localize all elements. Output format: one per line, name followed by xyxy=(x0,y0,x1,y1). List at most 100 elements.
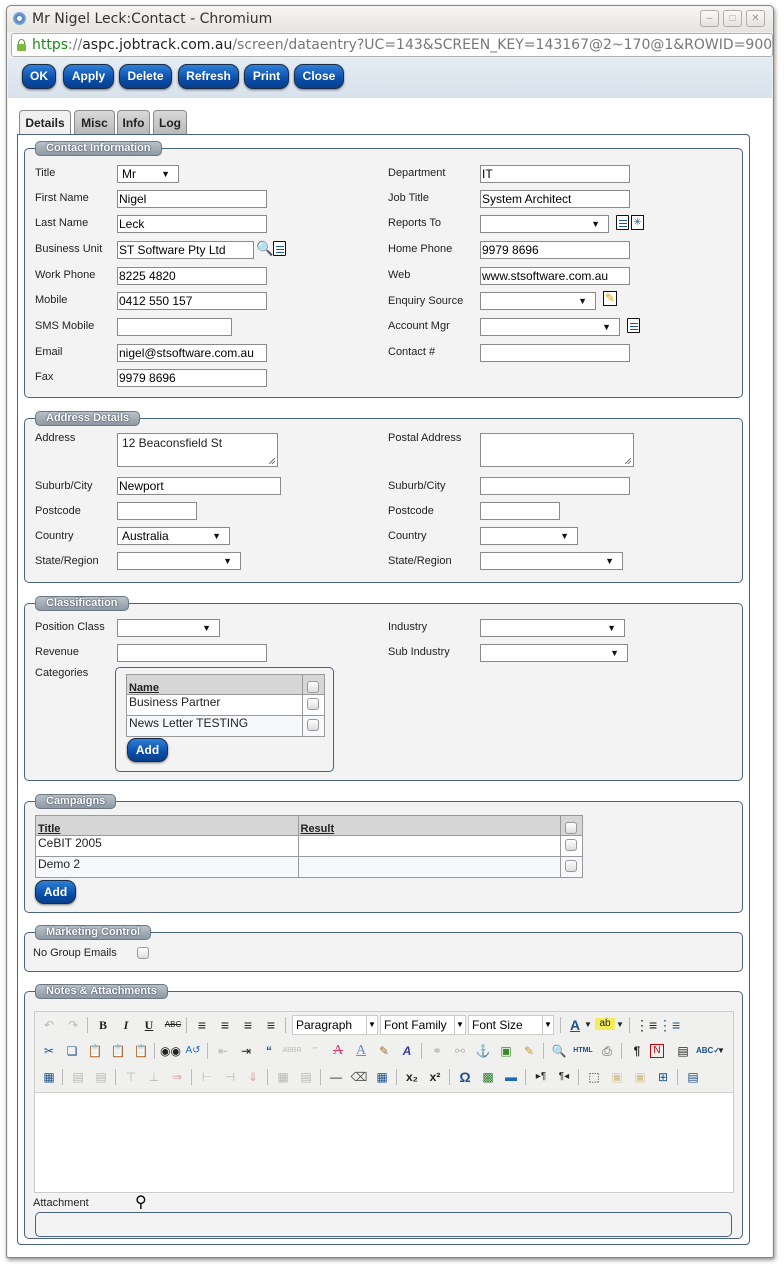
format-select[interactable]: Paragraph ▼ xyxy=(292,1015,378,1035)
insert-table-icon[interactable]: ▦ xyxy=(372,1068,392,1086)
insert-row-before-icon[interactable]: ⊤ xyxy=(121,1068,141,1086)
edit-icon[interactable]: ✎ xyxy=(603,291,617,306)
paste-word-icon[interactable]: 📋 xyxy=(131,1042,151,1060)
add-category-button[interactable]: Add xyxy=(127,738,168,762)
contact-number-input[interactable] xyxy=(480,344,630,362)
align-center-icon[interactable]: ≡ xyxy=(215,1016,235,1034)
address-bar[interactable]: https://aspc.jobtrack.com.au/screen/data… xyxy=(11,33,773,57)
revenue-input[interactable] xyxy=(117,644,267,662)
eraser-icon[interactable]: ⌫ xyxy=(349,1068,369,1086)
underline-icon[interactable]: U xyxy=(139,1016,159,1034)
postcode-input[interactable] xyxy=(117,502,197,520)
rtl-icon[interactable]: ¶◂ xyxy=(554,1068,574,1086)
row-checkbox[interactable] xyxy=(565,839,577,851)
font-size-select[interactable]: Font Size ▼ xyxy=(468,1015,554,1035)
split-cells-icon[interactable]: ▦ xyxy=(273,1068,293,1086)
refresh-button[interactable]: Refresh xyxy=(178,64,239,89)
enquiry-source-select[interactable]: ▼ xyxy=(480,292,596,310)
font-family-select[interactable]: Font Family ▼ xyxy=(380,1015,466,1035)
select-all-checkbox[interactable] xyxy=(307,681,320,693)
cell-properties-icon[interactable]: ▤ xyxy=(91,1068,111,1086)
job-title-input[interactable]: System Architect xyxy=(480,190,630,208)
maximize-button[interactable]: □ xyxy=(723,10,742,27)
document-icon[interactable] xyxy=(273,241,286,256)
copy-icon[interactable]: ❏ xyxy=(62,1042,82,1060)
insert-layer-icon[interactable]: ⬚ xyxy=(584,1068,604,1086)
ok-button[interactable]: OK xyxy=(22,64,56,89)
numbered-list-icon[interactable]: ⋮≡ xyxy=(658,1016,680,1034)
strikethrough-icon[interactable]: ABC xyxy=(163,1016,183,1034)
business-unit-input[interactable]: ST Software Pty Ltd xyxy=(117,241,254,259)
insert-column-before-icon[interactable]: ⊢ xyxy=(197,1068,217,1086)
page-break-icon[interactable]: ▤ xyxy=(673,1042,693,1060)
absolute-position-icon[interactable]: ⊞ xyxy=(653,1068,673,1086)
postal-state-select[interactable]: ▼ xyxy=(480,552,623,570)
special-character-icon[interactable]: Ω xyxy=(455,1068,475,1086)
search-icon[interactable]: 🔍 xyxy=(256,241,273,257)
tab-misc[interactable]: Misc xyxy=(74,110,115,134)
bold-icon[interactable]: B xyxy=(93,1016,113,1034)
postal-address-textarea[interactable] xyxy=(480,433,634,467)
delete-button[interactable]: Delete xyxy=(119,64,172,89)
move-forward-icon[interactable]: ▣ xyxy=(607,1068,627,1086)
image-icon[interactable]: ▣ xyxy=(496,1042,516,1060)
address-textarea[interactable]: 12 Beaconsfield St xyxy=(117,433,278,467)
postal-postcode-input[interactable] xyxy=(480,502,560,520)
print-icon[interactable]: ⎙ xyxy=(597,1042,617,1060)
undo-icon[interactable]: ↶ xyxy=(39,1016,59,1034)
tab-log[interactable]: Log xyxy=(153,110,187,134)
media-icon[interactable]: ▩ xyxy=(478,1068,498,1086)
tab-info[interactable]: Info xyxy=(117,110,150,134)
ltr-icon[interactable]: ▸¶ xyxy=(531,1068,551,1086)
fax-input[interactable]: 9979 8696 xyxy=(117,369,267,387)
campaign-title[interactable]: CeBIT 2005 xyxy=(35,835,299,857)
home-phone-input[interactable]: 9979 8696 xyxy=(480,241,630,259)
close-window-button[interactable]: ✕ xyxy=(746,10,765,27)
sms-mobile-input[interactable] xyxy=(117,318,232,336)
column-header-name[interactable]: Name xyxy=(125,674,304,695)
row-checkbox[interactable] xyxy=(307,698,320,710)
align-right-icon[interactable]: ≡ xyxy=(238,1016,258,1034)
notes-editor-area[interactable] xyxy=(35,1092,733,1192)
bullet-list-icon[interactable]: ⋮≡ xyxy=(635,1016,657,1034)
document-icon[interactable] xyxy=(616,215,629,230)
superscript-icon[interactable]: x² xyxy=(425,1068,445,1086)
anchor-icon[interactable]: ⚓ xyxy=(473,1042,493,1060)
text-color-icon[interactable]: A xyxy=(565,1016,585,1034)
resize-grip-icon[interactable] xyxy=(269,458,275,464)
nonbreaking-icon[interactable]: N xyxy=(650,1044,664,1058)
row-properties-icon[interactable]: ▤ xyxy=(68,1068,88,1086)
cleanup-icon[interactable]: ✎ xyxy=(519,1042,539,1060)
web-input[interactable]: www.stsoftware.com.au xyxy=(480,267,630,285)
resize-grip-icon[interactable] xyxy=(625,458,631,464)
row-checkbox[interactable] xyxy=(307,719,320,731)
cut-icon[interactable]: ✂ xyxy=(39,1042,59,1060)
account-mgr-select[interactable]: ▼ xyxy=(480,318,620,336)
spellcheck-dropdown-icon[interactable]: ▼ xyxy=(716,1042,726,1060)
unlink-icon[interactable]: ⚯ xyxy=(450,1042,470,1060)
paste-text-icon[interactable]: 📋 xyxy=(108,1042,128,1060)
close-button[interactable]: Close xyxy=(294,64,344,89)
spellcheck-icon[interactable]: ABC✓ xyxy=(696,1042,720,1060)
apply-button[interactable]: Apply xyxy=(63,64,114,89)
edit-table-icon[interactable]: ▦ xyxy=(39,1068,59,1086)
insert-row-after-icon[interactable]: ⊥ xyxy=(144,1068,164,1086)
suburb-input[interactable]: Newport xyxy=(117,477,281,495)
campaign-title[interactable]: Demo 2 xyxy=(35,856,299,878)
reports-to-select[interactable]: ▼ xyxy=(480,215,609,233)
indent-icon[interactable]: ⇥ xyxy=(236,1042,256,1060)
column-header-title[interactable]: Title xyxy=(35,815,299,836)
italic-icon[interactable]: I xyxy=(116,1016,136,1034)
industry-select[interactable]: ▼ xyxy=(480,619,625,637)
no-group-emails-checkbox[interactable] xyxy=(137,947,149,959)
work-phone-input[interactable]: 8225 4820 xyxy=(117,267,267,285)
align-left-icon[interactable]: ≡ xyxy=(192,1016,212,1034)
url-text[interactable]: https://aspc.jobtrack.com.au/screen/data… xyxy=(32,37,772,53)
minimize-button[interactable]: – xyxy=(700,10,719,27)
link-icon[interactable]: ⚭ xyxy=(427,1042,447,1060)
html-source-button[interactable]: HTML xyxy=(572,1042,594,1060)
abbreviation-icon[interactable]: ABBR xyxy=(282,1042,302,1060)
first-name-input[interactable]: Nigel xyxy=(117,190,267,208)
title-select[interactable]: Mr ▼ xyxy=(117,165,179,183)
document-icon[interactable] xyxy=(627,318,640,333)
